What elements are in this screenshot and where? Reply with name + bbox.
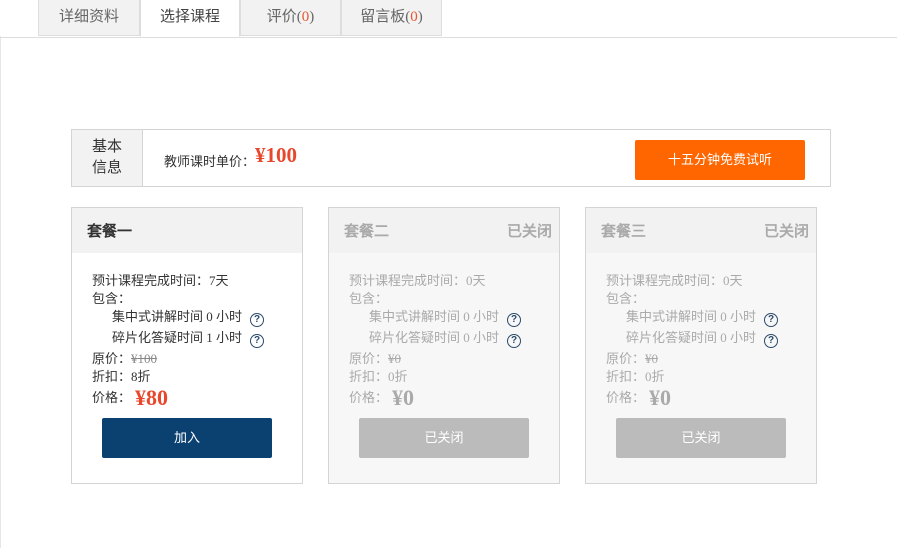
- question-circle-icon[interactable]: ?: [507, 313, 522, 327]
- price-row: 价格： ¥0: [606, 385, 671, 411]
- tab-select-course-label: 选择课程: [159, 9, 220, 25]
- discount-row: 折扣：8折: [92, 366, 151, 385]
- tab-details[interactable]: 详细资料: [38, 0, 140, 36]
- package-name: 套餐一: [87, 224, 133, 240]
- question-circle-icon[interactable]: ?: [764, 313, 779, 327]
- lecture-time: 集中式讲解时间 0 小时: [112, 309, 243, 324]
- package-status: 已关闭: [763, 224, 809, 240]
- tab-message-board-label: 留言板: [360, 9, 406, 25]
- closed-button[interactable]: 已关闭: [616, 418, 786, 458]
- tab-select-course[interactable]: 选择课程: [140, 0, 240, 37]
- price-label: 价格：: [92, 390, 132, 405]
- teacher-price: ¥100: [255, 143, 297, 167]
- duration-value: 0天: [466, 273, 486, 288]
- duration-value: 0天: [723, 273, 743, 288]
- question-circle-icon[interactable]: ?: [764, 334, 779, 348]
- original-price-row: 原价：¥0: [349, 348, 401, 367]
- question-circle-icon[interactable]: ?: [250, 313, 265, 327]
- package-price: ¥80: [135, 385, 169, 410]
- teacher-price-label: 教师课时单价：: [164, 154, 256, 169]
- package-header: 套餐一: [72, 208, 302, 253]
- lecture-row: 集中式讲解时间 0 小时?: [369, 306, 522, 327]
- tab-message-board[interactable]: 留言板(0): [341, 0, 442, 36]
- qa-row: 碎片化答疑时间 0 小时?: [369, 327, 522, 348]
- question-circle-icon[interactable]: ?: [507, 334, 522, 348]
- qa-time: 碎片化答疑时间 1 小时: [112, 330, 243, 345]
- package-price: ¥0: [392, 385, 415, 410]
- original-price-label: 原价：: [606, 351, 646, 366]
- original-price: ¥100: [131, 351, 158, 366]
- duration-label: 预计课程完成时间：: [606, 273, 724, 288]
- qa-time: 碎片化答疑时间 0 小时: [369, 330, 500, 345]
- duration-value: 7天: [209, 273, 229, 288]
- original-price: ¥0: [388, 351, 402, 366]
- duration-row: 预计课程完成时间：0天: [349, 270, 486, 289]
- price-label: 价格：: [349, 390, 389, 405]
- discount-value: 8折: [131, 369, 151, 384]
- original-price-row: 原价：¥0: [606, 348, 658, 367]
- duration-label: 预计课程完成时间：: [349, 273, 467, 288]
- includes-label: 包含：: [349, 291, 389, 306]
- package-price: ¥0: [649, 385, 672, 410]
- lecture-time: 集中式讲解时间 0 小时: [369, 309, 500, 324]
- basic-info-panel: 基本信息 教师课时单价： ¥100 十五分钟免费试听: [71, 129, 831, 187]
- basic-info-label: 基本信息: [72, 130, 143, 186]
- tab-reviews[interactable]: 评价(0): [240, 0, 341, 36]
- qa-time: 碎片化答疑时间 0 小时: [626, 330, 757, 345]
- package-card-2: 套餐二 已关闭 预计课程完成时间：0天 包含： 集中式讲解时间 0 小时? 碎片…: [328, 207, 560, 484]
- package-name: 套餐二: [344, 224, 390, 240]
- price-row: 价格： ¥80: [92, 385, 168, 411]
- discount-label: 折扣：: [349, 369, 389, 384]
- discount-value: 0折: [645, 369, 665, 384]
- price-label: 价格：: [606, 390, 646, 405]
- discount-row: 折扣：0折: [606, 366, 665, 385]
- price-row: 价格： ¥0: [349, 385, 414, 411]
- qa-row: 碎片化答疑时间 1 小时?: [112, 327, 265, 348]
- free-trial-button[interactable]: 十五分钟免费试听: [635, 140, 805, 180]
- tab-message-board-count: 0: [410, 9, 418, 25]
- original-price: ¥0: [645, 351, 659, 366]
- duration-label: 预计课程完成时间：: [92, 273, 210, 288]
- join-button[interactable]: 加入: [102, 418, 272, 458]
- discount-row: 折扣：0折: [349, 366, 408, 385]
- package-status: 已关闭: [506, 224, 552, 240]
- discount-value: 0折: [388, 369, 408, 384]
- package-header: 套餐三 已关闭: [586, 208, 816, 253]
- page-left-border: [0, 36, 1, 548]
- tab-reviews-count: 0: [301, 9, 310, 25]
- lecture-row: 集中式讲解时间 0 小时?: [626, 306, 779, 327]
- tab-reviews-label: 评价: [266, 9, 297, 25]
- question-circle-icon[interactable]: ?: [250, 334, 265, 348]
- tab-details-label: 详细资料: [58, 9, 119, 25]
- package-card-1: 套餐一 预计课程完成时间：7天 包含： 集中式讲解时间 0 小时? 碎片化答疑时…: [71, 207, 303, 484]
- includes-label: 包含：: [92, 291, 132, 306]
- duration-row: 预计课程完成时间：7天: [92, 270, 229, 289]
- includes-label: 包含：: [606, 291, 646, 306]
- lecture-time: 集中式讲解时间 0 小时: [626, 309, 757, 324]
- tab-bar: 详细资料 选择课程 评价(0) 留言板(0): [0, 0, 897, 38]
- qa-row: 碎片化答疑时间 0 小时?: [626, 327, 779, 348]
- duration-row: 预计课程完成时间：0天: [606, 270, 743, 289]
- package-card-3: 套餐三 已关闭 预计课程完成时间：0天 包含： 集中式讲解时间 0 小时? 碎片…: [585, 207, 817, 484]
- original-price-label: 原价：: [92, 351, 132, 366]
- package-header: 套餐二 已关闭: [329, 208, 559, 253]
- lecture-row: 集中式讲解时间 0 小时?: [112, 306, 265, 327]
- discount-label: 折扣：: [606, 369, 646, 384]
- discount-label: 折扣：: [92, 369, 132, 384]
- package-name: 套餐三: [601, 224, 647, 240]
- closed-button[interactable]: 已关闭: [359, 418, 529, 458]
- original-price-label: 原价：: [349, 351, 389, 366]
- original-price-row: 原价：¥100: [92, 348, 157, 367]
